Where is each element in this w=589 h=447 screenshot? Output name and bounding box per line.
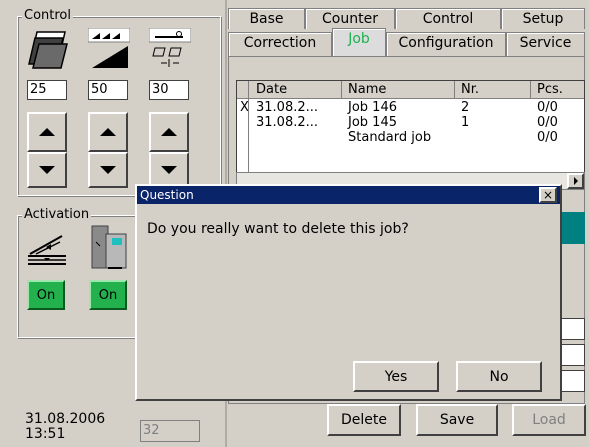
arrow-up-icon: [39, 128, 55, 136]
row-date: 31.08.2...: [256, 115, 319, 130]
row-pcs: 0/0: [537, 115, 558, 130]
row-pcs: 0/0: [537, 130, 558, 145]
dialog-yes-button[interactable]: Yes: [353, 361, 439, 392]
table-header-row: Date Name Nr. Pcs.: [237, 81, 584, 99]
gap-adjust-icon: [148, 27, 192, 70]
control-2-down-button[interactable]: [88, 152, 128, 188]
load-button[interactable]: Load: [512, 404, 586, 436]
control-3-up-button[interactable]: [149, 112, 189, 152]
activation-1-on-button[interactable]: On: [27, 280, 65, 310]
row-name: Job 145: [348, 115, 397, 130]
control-value-1-input[interactable]: 25: [27, 80, 67, 100]
tab-base[interactable]: Base: [228, 8, 305, 29]
col-name-header[interactable]: Name: [342, 81, 455, 99]
dialog-title-bar: Question ×: [137, 186, 560, 204]
arrow-right-icon: [573, 177, 578, 185]
arrow-up-icon: [161, 128, 177, 136]
arrow-down-icon: [39, 166, 55, 174]
arrow-down-icon: [161, 166, 177, 174]
row-nr: 2: [461, 100, 470, 115]
dialog-title: Question: [140, 188, 194, 202]
control-2-up-button[interactable]: [88, 112, 128, 152]
tab-setup[interactable]: Setup: [501, 8, 585, 29]
control-1-down-button[interactable]: [27, 152, 67, 188]
col-date-header[interactable]: Date: [250, 81, 342, 99]
control-1-up-button[interactable]: [27, 112, 67, 152]
close-icon: ×: [542, 188, 554, 202]
tab-job[interactable]: Job: [332, 28, 386, 56]
side-field-3[interactable]: [560, 370, 585, 392]
control-group-title: Control: [22, 8, 73, 23]
speed-ramp-icon: [87, 27, 131, 70]
table-row[interactable]: X 31.08.2... Job 146 2 0/0: [237, 100, 584, 115]
row-name: Job 146: [348, 100, 397, 115]
row-date: 31.08.2...: [256, 100, 319, 115]
activation-group-title: Activation: [22, 207, 92, 222]
side-field-2[interactable]: [560, 344, 585, 366]
teal-button[interactable]: [560, 212, 585, 244]
status-time: 13:51: [25, 426, 66, 442]
question-dialog: Question × Do you really want to delete …: [135, 184, 562, 401]
dialog-close-button[interactable]: ×: [539, 187, 557, 203]
tab-configuration[interactable]: Configuration: [386, 32, 506, 56]
col-pcs-header[interactable]: Pcs.: [531, 81, 584, 99]
dialog-message: Do you really want to delete this job?: [147, 221, 409, 237]
table-row[interactable]: 31.08.2... Job 145 1 0/0: [237, 115, 584, 130]
arrow-down-icon: [100, 166, 116, 174]
paper-stack-icon: [27, 28, 69, 70]
col-nr-header[interactable]: Nr.: [455, 81, 531, 99]
control-3-down-button[interactable]: [149, 152, 189, 188]
folder-unit-icon: [26, 232, 70, 268]
control-value-3-input[interactable]: 30: [149, 80, 189, 100]
status-counter-field: 32: [140, 420, 200, 442]
row-name: Standard job: [348, 130, 432, 145]
tab-control[interactable]: Control: [395, 8, 501, 29]
row-pcs: 0/0: [537, 100, 558, 115]
row-nr: 1: [461, 115, 470, 130]
dialog-no-button[interactable]: No: [456, 361, 542, 392]
save-button[interactable]: Save: [416, 404, 498, 436]
delete-button[interactable]: Delete: [327, 404, 401, 436]
tab-counter[interactable]: Counter: [305, 8, 395, 29]
control-value-2-input[interactable]: 50: [88, 80, 128, 100]
tab-correction[interactable]: Correction: [228, 32, 332, 56]
side-field-1[interactable]: [560, 318, 585, 340]
scroll-right-button[interactable]: [567, 173, 584, 189]
arrow-up-icon: [100, 128, 116, 136]
tab-service[interactable]: Service: [506, 32, 585, 56]
status-date: 31.08.2006: [25, 411, 106, 427]
row-mark-header: [237, 81, 249, 99]
table-row[interactable]: Standard job 0/0: [237, 130, 584, 145]
activation-2-on-button[interactable]: On: [89, 280, 127, 310]
feeder-machine-icon: [86, 224, 130, 272]
